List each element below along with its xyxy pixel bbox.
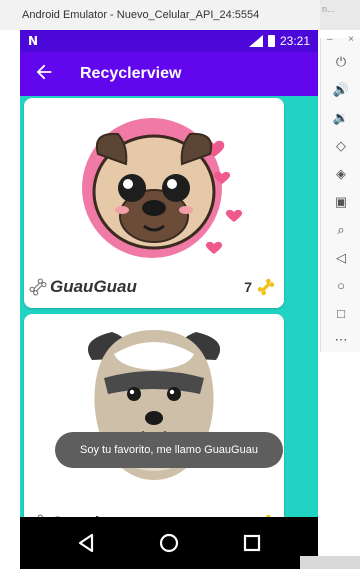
navigation-bar: [20, 517, 318, 569]
status-bar: N 23:21: [20, 30, 318, 52]
toast-message: Soy tu favorito, me llamo GuauGuau: [55, 432, 283, 468]
volume-up-icon[interactable]: 🔊: [331, 80, 351, 100]
status-right: 23:21: [248, 34, 310, 48]
pug-image: [82, 118, 243, 258]
rotate-right-icon[interactable]: ◈: [331, 164, 351, 184]
app-title: Recyclerview: [80, 65, 182, 82]
volume-down-icon[interactable]: 🔉: [331, 108, 351, 128]
card-footer: GuauGuau 7: [28, 274, 280, 300]
camera-icon[interactable]: ▣: [331, 192, 351, 212]
background-window-stub: n...: [320, 0, 360, 30]
power-icon[interactable]: ⏻: [331, 52, 351, 72]
more-icon[interactable]: ⋯: [331, 330, 351, 350]
close-icon[interactable]: ×: [348, 34, 354, 45]
status-n-glyph: N: [28, 34, 39, 48]
recycler-list[interactable]: GuauGuau 7: [20, 96, 318, 547]
overview-icon[interactable]: □: [331, 304, 351, 324]
background-strip: [300, 556, 360, 569]
dog-card-guauguau[interactable]: GuauGuau 7: [24, 98, 284, 308]
rotate-left-icon[interactable]: ◇: [331, 136, 351, 156]
home-icon[interactable]: ○: [331, 276, 351, 296]
dog-name: GuauGuau: [50, 277, 137, 296]
status-time: 23:21: [279, 34, 310, 48]
triangle-back-icon[interactable]: [72, 529, 100, 557]
zoom-icon[interactable]: ⌕: [331, 220, 351, 240]
app-bar: Recyclerview: [20, 52, 318, 96]
minimize-icon[interactable]: –: [327, 34, 333, 45]
battery-icon: [267, 35, 275, 47]
bone-outline-icon[interactable]: [28, 277, 48, 297]
square-recents-icon[interactable]: [238, 529, 266, 557]
emulator-title: Android Emulator - Nuevo_Celular_API_24:…: [22, 9, 260, 21]
back-icon[interactable]: ◁: [331, 248, 351, 268]
bone-filled-icon: [257, 278, 275, 296]
phone-screen: N 23:21 Recyclerview GuauGuau 7 Soy tu f…: [20, 30, 318, 569]
signal-icon: [248, 35, 263, 47]
dog-card-coqui[interactable]: Coqui 4: [24, 314, 284, 544]
emulator-side-toolbar: – × ⏻ 🔊 🔉 ◇ ◈ ▣ ⌕ ◁ ○ □ ⋯: [320, 34, 360, 352]
circle-home-icon[interactable]: [155, 529, 183, 557]
arrow-back-icon[interactable]: [32, 61, 56, 85]
emulator-title-bar: Android Emulator - Nuevo_Celular_API_24:…: [0, 0, 360, 30]
like-count: 7: [244, 279, 252, 295]
